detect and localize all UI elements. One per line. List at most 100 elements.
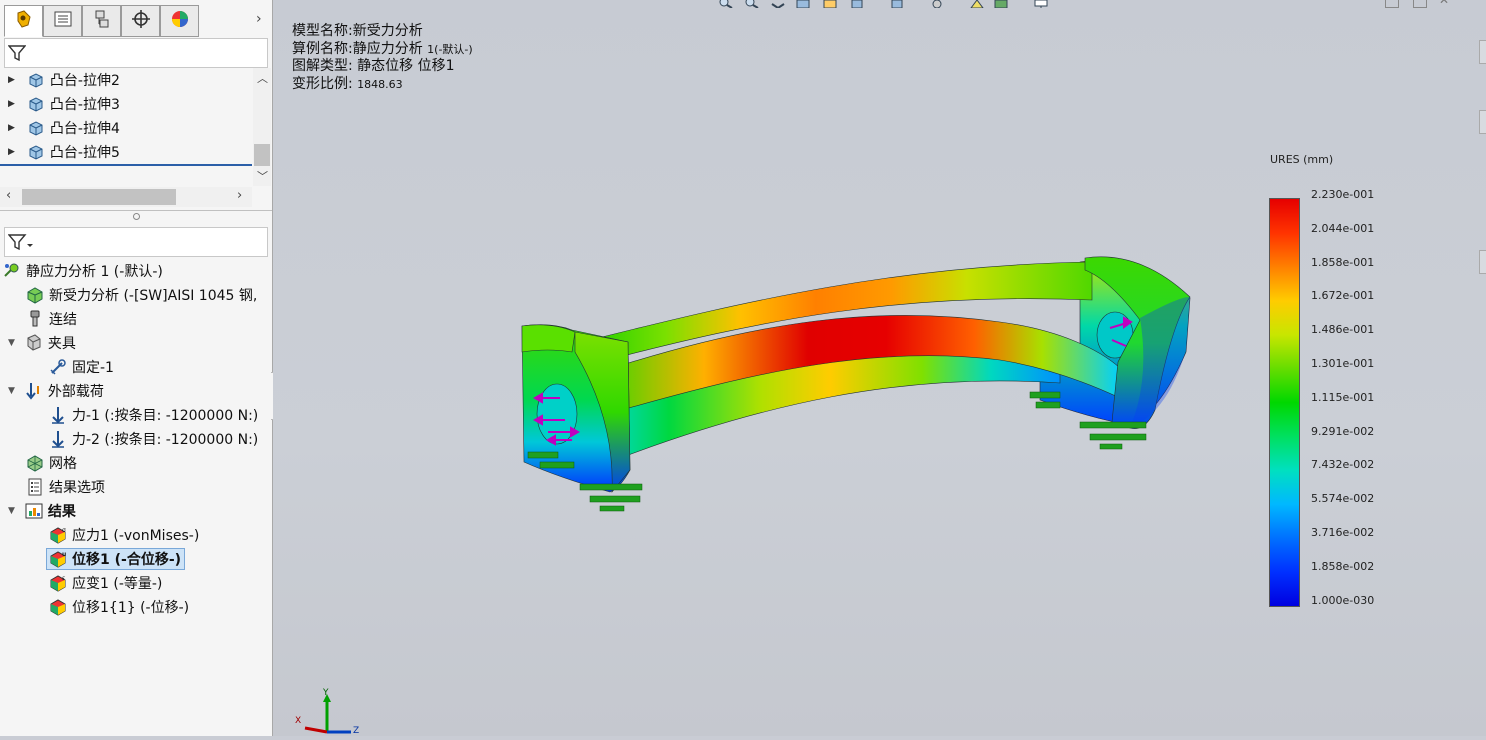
result-plot-item[interactable]: ε 应变1 (-等量-)	[49, 572, 162, 594]
feature-label: 凸台-拉伸4	[49, 121, 120, 137]
property-manager-icon	[53, 9, 73, 33]
loads-label: 外部载荷	[47, 384, 104, 400]
legend-value: 1.672e-001	[1311, 289, 1375, 303]
scroll-left-icon[interactable]: ‹	[6, 188, 11, 203]
result-plot-label: 应力1 (-vonMises-)	[72, 528, 200, 544]
legend-value: 5.574e-002	[1311, 492, 1375, 506]
scroll-up-icon[interactable]: ︿	[257, 70, 268, 86]
fixture-item[interactable]: 固定-1	[49, 356, 114, 378]
mesh-label: 网格	[49, 456, 77, 472]
extrude-boss-icon	[27, 143, 45, 161]
result-plot-item-selected[interactable]: u 位移1 (-合位移-)	[46, 548, 186, 570]
svg-text:σ: σ	[62, 527, 66, 534]
external-loads-icon	[25, 382, 43, 400]
legend-value: 1.858e-001	[1311, 255, 1375, 269]
display-manager-icon	[170, 9, 190, 33]
extrude-boss-icon	[27, 119, 45, 137]
scroll-down-icon[interactable]: ﹀	[257, 168, 268, 184]
study-item[interactable]: 静应力分析 1 (-默认-)	[3, 260, 163, 282]
legend-value: 3.716e-002	[1311, 526, 1375, 539]
rollback-bar[interactable]	[0, 164, 252, 166]
force-item[interactable]: 力-1 (:按条目: -1200000 N:)	[49, 404, 258, 426]
stress-plot-icon: σ	[49, 526, 67, 544]
connections-item[interactable]: 连结	[26, 308, 77, 330]
force-label: 力-2 (:按条目: -1200000 N:)	[72, 432, 259, 448]
feature-label: 凸台-拉伸5	[49, 145, 120, 161]
displacement-contour-model[interactable]	[273, 0, 1486, 736]
static-study-icon	[3, 262, 21, 280]
view-triad[interactable]: Y X Z	[293, 688, 373, 740]
feature-tree: ▶ 凸台-拉伸2 ▶ 凸台-拉伸3 ▶ 凸台-拉伸4 ▶ 凸台-拉伸5	[0, 68, 252, 166]
simulation-filter-box[interactable]	[4, 227, 268, 257]
result-options-icon	[26, 478, 44, 496]
scroll-thumb[interactable]	[254, 144, 270, 166]
results-item[interactable]: ▼ 结果	[8, 500, 76, 522]
fixtures-label: 夹具	[47, 336, 76, 352]
fixtures-item[interactable]: ▼ 夹具	[8, 332, 76, 354]
feature-tree-hscrollbar[interactable]: ‹ ›	[0, 187, 252, 207]
part-label: 新受力分析 (-[SW]AISI 1045 钢,	[49, 288, 258, 304]
feature-item[interactable]: ▶ 凸台-拉伸5	[8, 141, 120, 163]
fixture-label: 固定-1	[72, 360, 114, 376]
mesh-icon	[26, 454, 44, 472]
legend-value: 1.000e-030	[1311, 593, 1375, 607]
svg-text:u: u	[62, 551, 66, 558]
loads-item[interactable]: ▼ 外部载荷	[8, 380, 104, 402]
graphics-viewport[interactable]: ✕ 模型名称:新受力分析 算例名称:静应力分析 1(-默认-) 图解类型: 静态…	[273, 0, 1486, 736]
strain-plot-icon: ε	[49, 574, 67, 592]
feature-item[interactable]: ▶ 凸台-拉伸4	[8, 117, 120, 139]
expand-arrow-icon[interactable]: ▶	[8, 147, 15, 157]
fixed-geometry-icon	[49, 358, 67, 376]
legend-value: 1.858e-002	[1311, 559, 1375, 573]
result-plot-item[interactable]: σ 应力1 (-vonMises-)	[49, 524, 199, 546]
legend-value: 7.432e-002	[1311, 458, 1375, 472]
axis-y-label: Y	[323, 688, 329, 698]
filter-dropdown-icon[interactable]	[7, 233, 34, 255]
legend-colorbar[interactable]	[1269, 198, 1300, 607]
dimxpert-tab[interactable]	[121, 5, 160, 37]
expand-arrow-icon[interactable]: ▶	[8, 75, 15, 85]
collapse-arrow-icon[interactable]: ▼	[8, 506, 15, 516]
part-item[interactable]: 新受力分析 (-[SW]AISI 1045 钢,	[26, 284, 257, 306]
property-manager-tab[interactable]	[43, 5, 82, 37]
collapse-arrow-icon[interactable]: ▼	[8, 386, 15, 396]
extrude-boss-icon	[27, 71, 45, 89]
study-label: 静应力分析 1 (-默认-)	[26, 264, 163, 280]
result-plot-label: 位移1 (-合位移-)	[72, 552, 182, 568]
feature-label: 凸台-拉伸2	[49, 73, 120, 89]
connector-icon	[26, 310, 44, 328]
result-options-item[interactable]: 结果选项	[26, 476, 105, 498]
scroll-right-icon[interactable]: ›	[237, 188, 242, 203]
feature-item[interactable]: ▶ 凸台-拉伸3	[8, 93, 120, 115]
legend-value: 2.230e-001	[1311, 188, 1375, 201]
display-manager-tab[interactable]	[160, 5, 199, 37]
mesh-item[interactable]: 网格	[26, 452, 77, 474]
collapse-arrow-icon[interactable]: ▼	[8, 338, 15, 348]
fixtures-icon	[25, 334, 43, 352]
expand-arrow-icon[interactable]: ▶	[8, 99, 15, 109]
feature-manager-icon	[14, 9, 34, 33]
configuration-manager-tab[interactable]	[82, 5, 121, 37]
legend-value: 9.291e-002	[1311, 424, 1375, 438]
svg-text:ε: ε	[62, 575, 65, 582]
solid-part-icon	[26, 286, 44, 304]
configuration-manager-icon	[92, 9, 112, 33]
legend-value: 1.301e-001	[1311, 357, 1375, 370]
displacement-plot-icon	[49, 598, 67, 616]
feature-filter-box[interactable]	[4, 38, 268, 68]
tabs-scroll-right-icon[interactable]: ›	[256, 11, 262, 27]
connections-label: 连结	[49, 312, 77, 328]
displacement-plot-icon: u	[49, 550, 67, 568]
results-folder-icon	[25, 502, 43, 520]
panel-splitter[interactable]	[0, 210, 272, 220]
feature-label: 凸台-拉伸3	[49, 97, 120, 113]
result-plot-item[interactable]: 位移1{1} (-位移-)	[49, 596, 189, 618]
feature-manager-tab[interactable]	[4, 5, 43, 37]
results-label: 结果	[47, 504, 76, 520]
feature-tree-vscrollbar[interactable]: ︿ ﹀	[253, 68, 271, 186]
crosshair-icon	[131, 9, 151, 33]
force-item[interactable]: 力-2 (:按条目: -1200000 N:)	[49, 428, 258, 450]
feature-item[interactable]: ▶ 凸台-拉伸2	[8, 69, 120, 91]
expand-arrow-icon[interactable]: ▶	[8, 123, 15, 133]
hscroll-thumb[interactable]	[22, 189, 176, 205]
